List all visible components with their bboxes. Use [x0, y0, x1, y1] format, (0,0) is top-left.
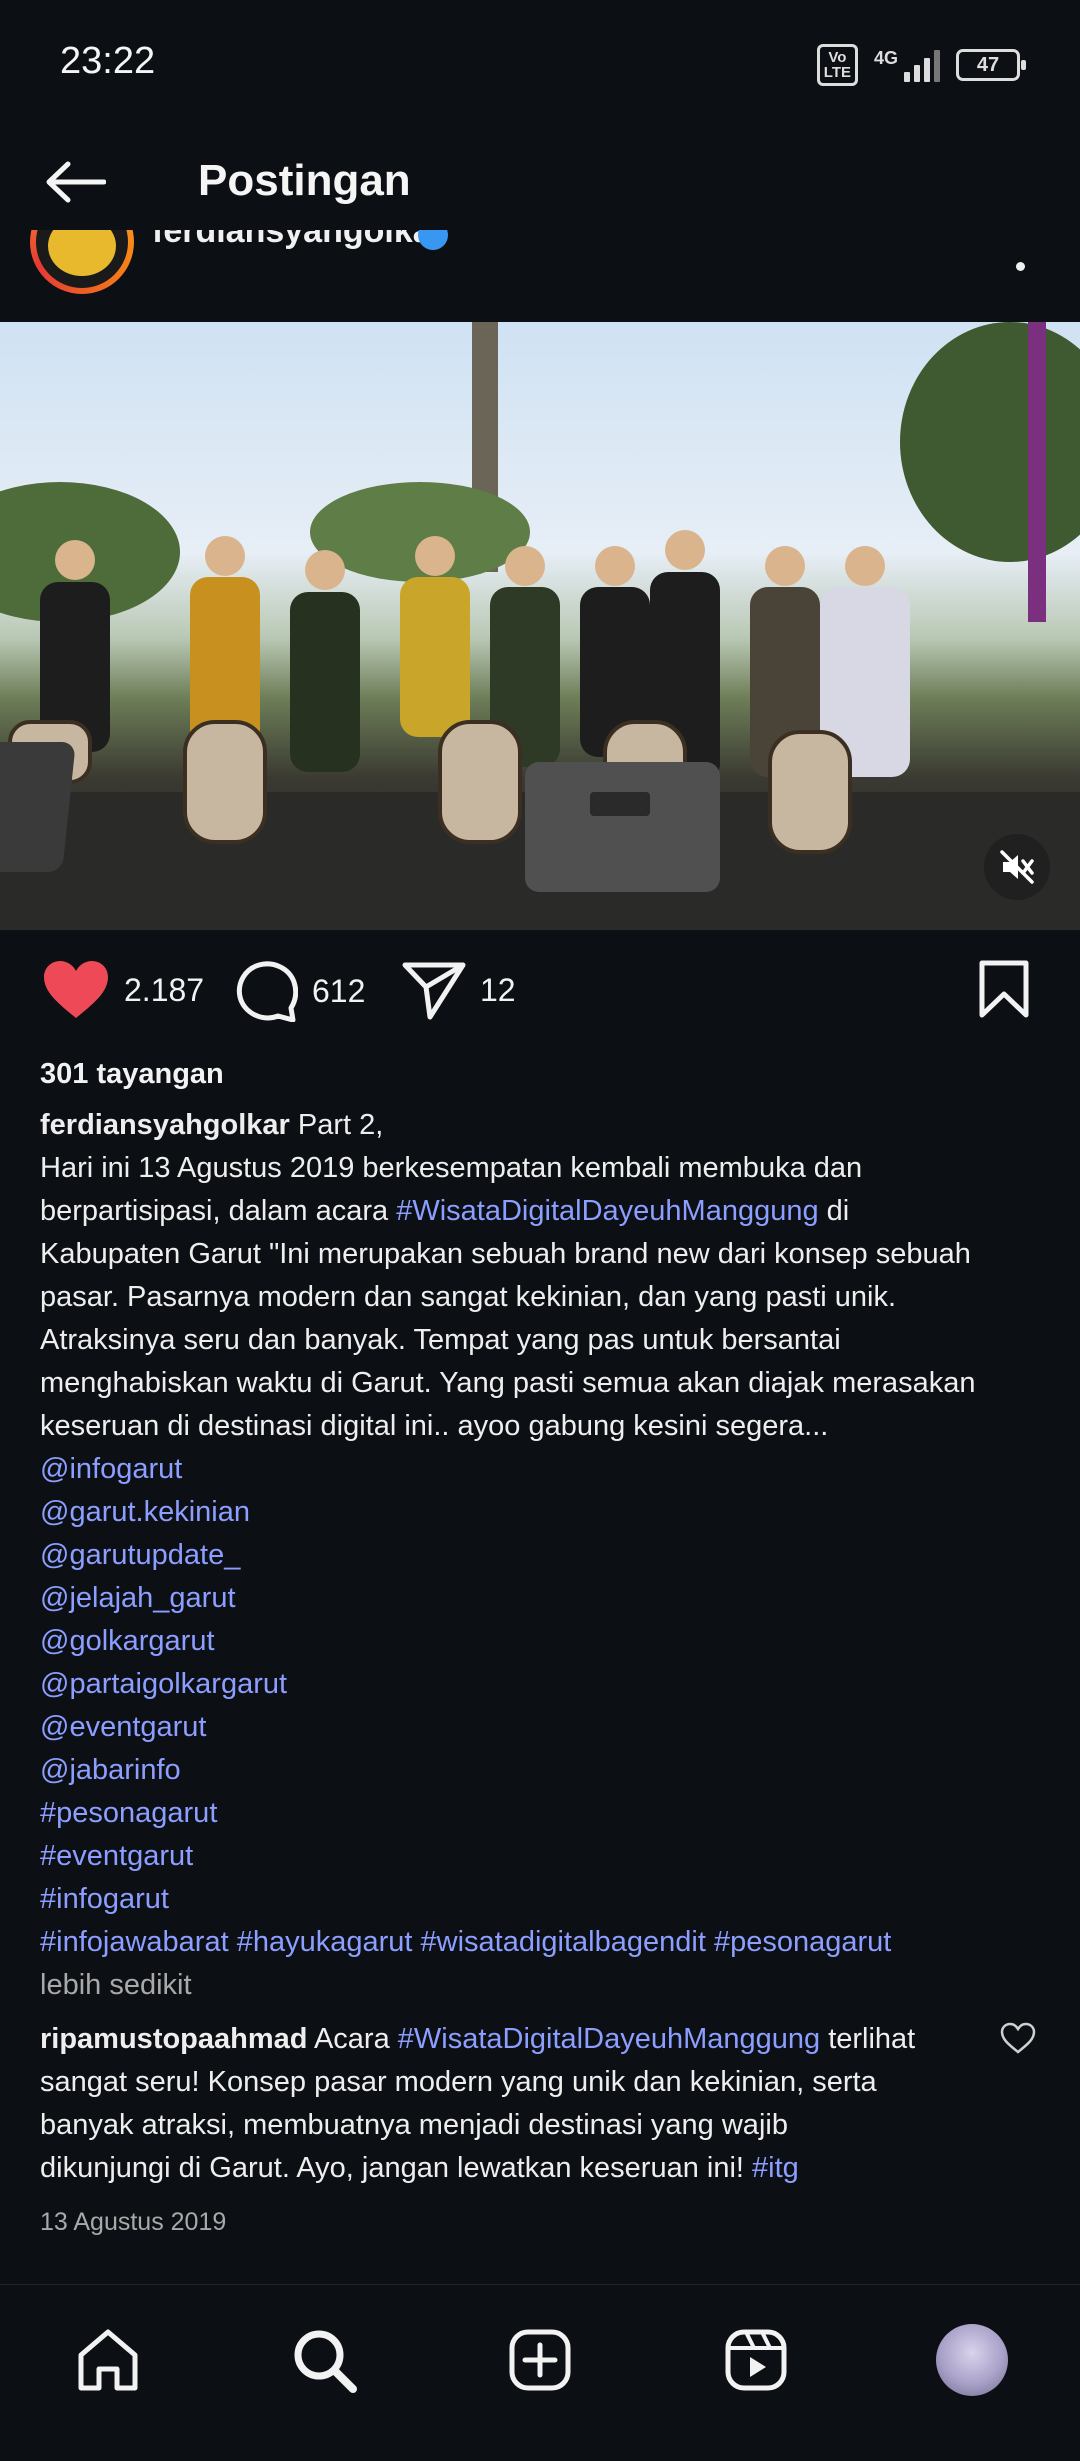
mention-link[interactable]: @garut.kekinian — [40, 1491, 1050, 1534]
hashtag-link[interactable]: #pesonagarut — [40, 1792, 1050, 1835]
comment-like-button[interactable] — [1000, 2022, 1036, 2056]
post-video[interactable] — [0, 322, 1080, 930]
post-caption: ferdiansyahgolkar Part 2, Hari ini 13 Ag… — [40, 1104, 1050, 2007]
author-avatar[interactable] — [30, 230, 134, 294]
mention-link[interactable]: @eventgarut — [40, 1706, 1050, 1749]
network-type: 4G — [873, 48, 898, 68]
like-action[interactable]: 2.187 — [42, 960, 204, 1020]
mention-link[interactable]: @garutupdate_ — [40, 1534, 1050, 1577]
volume-muted-icon — [1000, 850, 1034, 884]
mention-link[interactable]: @jelajah_garut — [40, 1577, 1050, 1620]
hashtag-link[interactable]: #infogarut — [40, 1878, 1050, 1921]
comment-icon — [236, 961, 298, 1022]
hashtag-link[interactable]: #eventgarut — [40, 1835, 1050, 1878]
bookmark-icon — [979, 960, 1029, 1018]
mute-toggle-button[interactable] — [984, 834, 1050, 900]
hashtag-link[interactable]: #pesonagarut — [714, 1926, 891, 1958]
reels-icon — [725, 2329, 787, 2391]
author-username[interactable]: ferdiansyahgolkar — [152, 230, 445, 251]
mention-link[interactable]: @infogarut — [40, 1448, 1050, 1491]
share-action[interactable]: 12 — [402, 960, 516, 1020]
profile-avatar — [936, 2324, 1008, 2396]
heart-outline-icon — [1000, 2022, 1036, 2054]
nav-reels[interactable] — [696, 2315, 816, 2405]
comment-action[interactable]: 612 — [236, 960, 365, 1022]
hashtag-link[interactable]: #WisataDigitalDayeuhManggung — [396, 1195, 818, 1227]
post-actions: 2.187 612 12 — [0, 950, 1080, 1040]
show-less-link[interactable]: lebih sedikit — [40, 1964, 1050, 2007]
search-icon — [294, 2330, 357, 2393]
comment-username[interactable]: ripamustopaahmad — [40, 2023, 308, 2055]
share-count: 12 — [480, 971, 516, 1008]
view-count: 301 tayangan — [40, 1058, 224, 1090]
home-icon — [78, 2329, 138, 2391]
nav-home[interactable] — [48, 2315, 168, 2405]
status-icons: Vo LTE 4G 47 — [816, 44, 1026, 86]
nav-create[interactable] — [480, 2315, 600, 2405]
caption-username[interactable]: ferdiansyahgolkar — [40, 1109, 290, 1141]
hashtag-link[interactable]: #hayukagarut — [237, 1926, 413, 1958]
page-title: Postingan — [198, 156, 411, 205]
post-header: ferdiansyahgolkar — [0, 230, 1080, 322]
hashtag-link[interactable]: #wisatadigitalbagendit — [421, 1926, 706, 1958]
comment-count: 612 — [312, 972, 366, 1009]
mention-link[interactable]: @golkargarut — [40, 1620, 1050, 1663]
send-icon — [402, 962, 466, 1020]
heart-filled-icon — [44, 961, 108, 1018]
back-button[interactable] — [40, 150, 110, 214]
battery-level: 47 — [976, 53, 1000, 76]
top-app-bar: Postingan — [0, 120, 1080, 245]
create-post-icon — [509, 2329, 571, 2391]
like-count: 2.187 — [124, 971, 205, 1008]
more-options-icon[interactable] — [1016, 262, 1025, 271]
status-bar: 23:22 Vo LTE 4G 47 — [0, 0, 1080, 120]
comment-item: ripamustopaahmad Acara #WisataDigitalDay… — [40, 2023, 916, 2184]
nav-profile[interactable] — [912, 2315, 1032, 2405]
battery-icon: 47 — [956, 49, 1026, 81]
bottom-navigation — [0, 2284, 1080, 2461]
hashtag-link[interactable]: #WisataDigitalDayeuhManggung — [398, 2023, 820, 2055]
arrow-left-icon — [46, 161, 106, 203]
signal-icon: 4G — [874, 48, 940, 82]
mention-link[interactable]: @partaigolkargarut — [40, 1663, 1050, 1706]
status-time: 23:22 — [60, 40, 156, 82]
save-button[interactable] — [978, 960, 1030, 1018]
nav-search[interactable] — [264, 2315, 384, 2405]
hashtag-link[interactable]: #infojawabarat — [40, 1926, 229, 1958]
post-date: 13 Agustus 2019 — [40, 2208, 227, 2236]
hashtag-link[interactable]: #itg — [752, 2152, 799, 2184]
video-frame — [0, 322, 1080, 930]
mention-link[interactable]: @jabarinfo — [40, 1749, 1050, 1792]
volte-icon: Vo LTE — [816, 44, 858, 86]
